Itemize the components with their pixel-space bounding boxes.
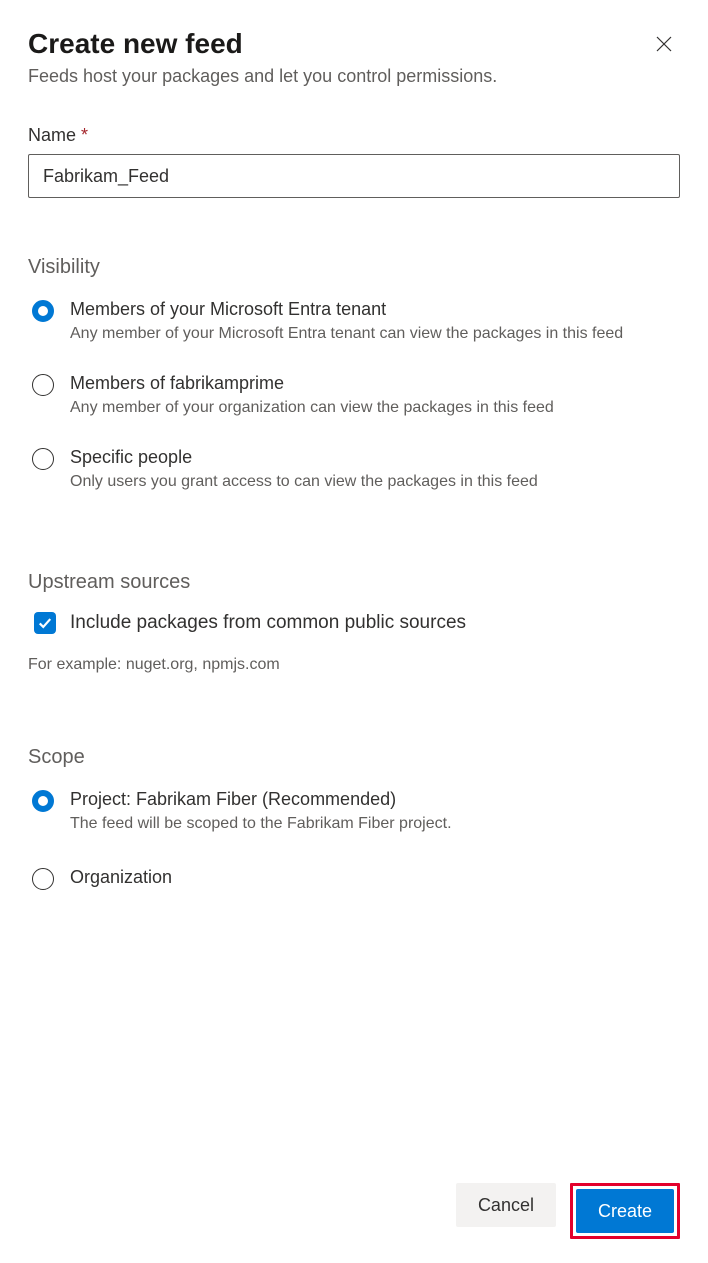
upstream-example: For example: nuget.org, npmjs.com [28,656,680,674]
radio-title: Project: Fabrikam Fiber (Recommended) [70,787,680,811]
scope-header: Scope [28,746,680,769]
cancel-button[interactable]: Cancel [456,1183,556,1227]
panel-title: Create new feed [28,28,243,60]
radio-desc: Any member of your organization can view… [70,397,680,419]
name-input[interactable] [28,154,680,198]
radio-title: Specific people [70,445,680,469]
radio-desc: The feed will be scoped to the Fabrikam … [70,813,680,835]
radio-icon [32,374,54,396]
close-button[interactable] [648,28,680,60]
radio-icon [32,448,54,470]
radio-desc: Any member of your Microsoft Entra tenan… [70,323,680,345]
visibility-header: Visibility [28,256,680,279]
radio-icon [32,868,54,890]
create-button[interactable]: Create [576,1189,674,1233]
panel-content: Create new feed Feeds host your packages… [28,28,680,1183]
scope-option-project[interactable]: Project: Fabrikam Fiber (Recommended) Th… [28,787,680,835]
scope-option-organization[interactable]: Organization [28,865,680,890]
checkbox-icon [34,612,56,634]
upstream-section: Upstream sources Include packages from c… [28,571,680,674]
name-label: Name * [28,125,680,146]
radio-title: Members of your Microsoft Entra tenant [70,297,680,321]
radio-title: Organization [70,865,680,889]
upstream-checkbox-label: Include packages from common public sour… [70,612,466,634]
scope-section: Scope Project: Fabrikam Fiber (Recommend… [28,746,680,890]
radio-icon [32,790,54,812]
required-mark: * [81,125,88,145]
visibility-option-tenant[interactable]: Members of your Microsoft Entra tenant A… [28,297,680,345]
visibility-section: Visibility Members of your Microsoft Ent… [28,256,680,493]
radio-title: Members of fabrikamprime [70,371,680,395]
panel-footer: Cancel Create [28,1183,680,1263]
upstream-checkbox-row[interactable]: Include packages from common public sour… [28,612,680,634]
visibility-option-org[interactable]: Members of fabrikamprime Any member of y… [28,371,680,419]
create-feed-panel: Create new feed Feeds host your packages… [0,0,708,1263]
create-button-highlight: Create [570,1183,680,1239]
panel-titles: Create new feed [28,28,243,64]
upstream-header: Upstream sources [28,571,680,594]
radio-desc: Only users you grant access to can view … [70,471,680,493]
close-icon [656,36,672,52]
radio-icon [32,300,54,322]
panel-subtitle: Feeds host your packages and let you con… [28,64,680,89]
checkmark-icon [38,616,52,630]
panel-header-row: Create new feed [28,28,680,64]
visibility-option-specific[interactable]: Specific people Only users you grant acc… [28,445,680,493]
